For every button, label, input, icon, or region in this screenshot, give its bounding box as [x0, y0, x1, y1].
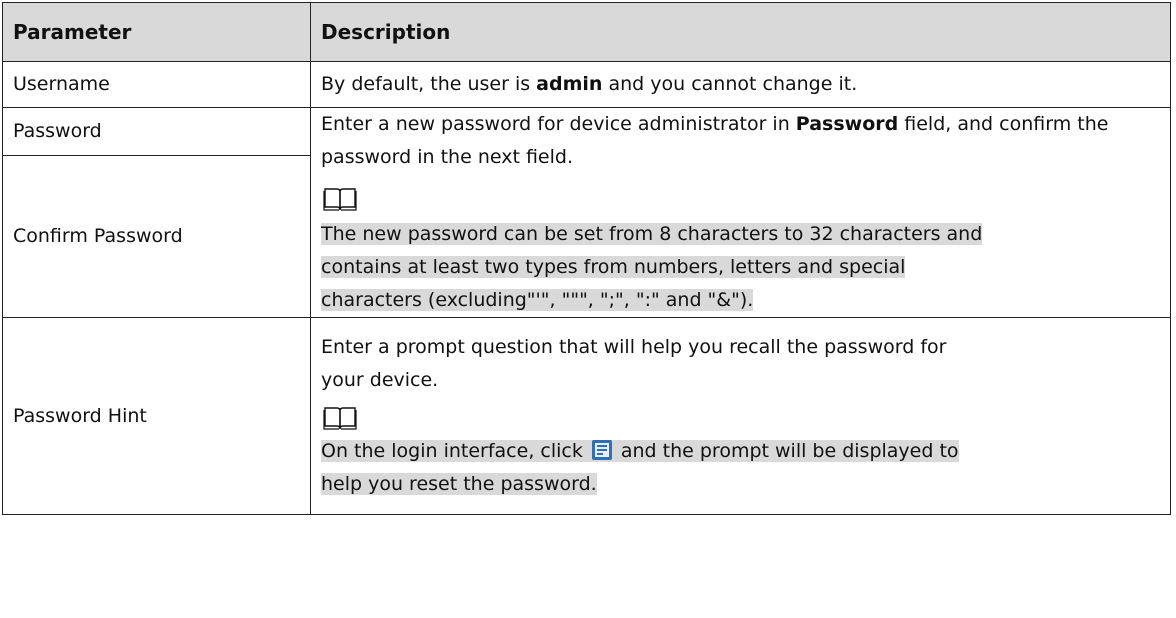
- desc-password-text: Enter a new password for device administ…: [321, 108, 1160, 174]
- param-password-hint: Password Hint: [2, 317, 311, 515]
- param-password: Password: [2, 107, 311, 156]
- desc-password-bold: Password: [795, 113, 899, 135]
- hint-note-pre: On the login interface, click: [321, 440, 583, 462]
- desc-password-hint: Enter a prompt question that will help y…: [310, 317, 1171, 515]
- param-confirm-password: Confirm Password: [2, 154, 311, 319]
- table-row: Password Hint Enter a prompt question th…: [2, 317, 1171, 515]
- desc-username-bold: admin: [536, 73, 603, 95]
- hint-button-icon: [591, 440, 612, 460]
- desc-username: By default, the user is admin and you ca…: [310, 61, 1171, 108]
- desc-username-pre: By default, the user is: [321, 73, 537, 95]
- desc-password-pre: Enter a new password for device administ…: [321, 113, 796, 135]
- table-header-row: Parameter Description: [2, 2, 1171, 62]
- hint-desc-line1: Enter a prompt question that will help y…: [321, 336, 947, 358]
- open-book-icon: [323, 188, 357, 211]
- parameter-table: Parameter Description Username By defaul…: [2, 2, 1171, 515]
- document-page: Parameter Description Username By defaul…: [0, 0, 1176, 618]
- password-note-line3: characters (excluding"'", """, ";", ":" …: [321, 289, 754, 311]
- hint-note-line2: help you reset the password.: [321, 473, 597, 495]
- table-row: Password Enter a new password for device…: [2, 107, 1171, 318]
- table-row: Username By default, the user is admin a…: [2, 61, 1171, 108]
- header-parameter: Parameter: [2, 2, 311, 62]
- hint-note-line1: On the login interface, click and the pr…: [321, 440, 959, 462]
- password-note-line1: The new password can be set from 8 chara…: [321, 223, 983, 245]
- desc-password: Enter a new password for device administ…: [310, 107, 1171, 318]
- header-description: Description: [310, 2, 1171, 62]
- param-username: Username: [2, 61, 311, 108]
- hint-note: On the login interface, click and the pr…: [321, 435, 1160, 501]
- password-note: The new password can be set from 8 chara…: [321, 218, 1160, 317]
- desc-username-post: and you cannot change it.: [602, 73, 858, 95]
- hint-note-post: and the prompt will be displayed to: [620, 440, 959, 462]
- password-note-line2: contains at least two types from numbers…: [321, 256, 906, 278]
- hint-desc-line2: your device.: [321, 369, 439, 391]
- open-book-icon: [323, 407, 357, 430]
